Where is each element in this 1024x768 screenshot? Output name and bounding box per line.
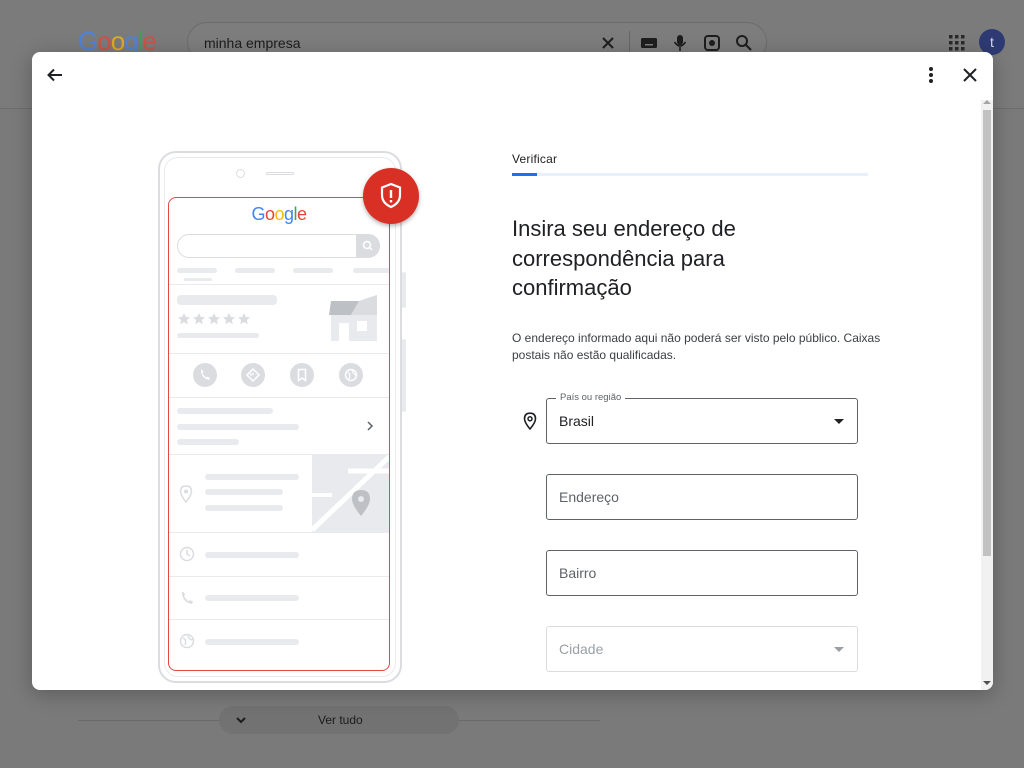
mock-tab — [177, 268, 217, 273]
close-icon — [963, 68, 977, 82]
progress-bar-fill — [512, 173, 537, 176]
clear-icon[interactable] — [598, 33, 618, 53]
location-pin-icon — [179, 485, 193, 503]
logo-letter: G — [251, 204, 265, 224]
storefront-icon — [329, 295, 377, 341]
location-pin-icon — [523, 412, 537, 430]
close-button[interactable] — [954, 59, 986, 91]
neighborhood-placeholder: Bairro — [559, 565, 597, 581]
map-thumbnail — [312, 455, 389, 532]
mock-text-line — [205, 489, 283, 495]
address-field[interactable]: Endereço — [546, 474, 858, 520]
dropdown-arrow-icon — [834, 419, 844, 424]
mock-text-line — [177, 333, 259, 338]
mock-text-line — [205, 474, 299, 480]
chevron-down-icon — [236, 717, 246, 724]
website-action-icon — [339, 363, 363, 387]
mock-tab-indicator — [184, 278, 212, 281]
mock-divider — [169, 284, 389, 285]
microphone-icon[interactable] — [670, 33, 690, 53]
save-action-icon — [290, 363, 314, 387]
chevron-right-icon — [367, 421, 374, 431]
search-icon — [362, 240, 373, 251]
mock-tab — [235, 268, 275, 273]
mock-divider — [169, 619, 389, 620]
logo-letter: o — [274, 204, 284, 224]
mock-search-button — [356, 234, 380, 258]
globe-icon — [179, 633, 195, 649]
more-vert-icon — [929, 67, 933, 83]
shield-alert-icon — [380, 182, 402, 209]
mock-text-line — [205, 639, 299, 645]
mock-text-line — [205, 505, 283, 511]
mock-search-box — [177, 234, 380, 258]
country-value: Brasil — [559, 413, 595, 429]
lens-icon[interactable] — [702, 33, 722, 53]
city-placeholder: Cidade — [559, 641, 604, 657]
page-title: Insira seu endereço de correspondência p… — [512, 216, 736, 300]
search-icon[interactable] — [734, 33, 754, 53]
country-label: País ou região — [556, 392, 626, 403]
call-action-icon — [193, 363, 217, 387]
phone-speaker — [266, 172, 294, 175]
rating-stars-icon — [178, 313, 250, 325]
mock-text-line — [177, 424, 299, 430]
neighborhood-field[interactable]: Bairro — [546, 550, 858, 596]
phone-side-button — [402, 339, 406, 412]
apps-grid-icon[interactable] — [948, 34, 966, 52]
scroll-down-arrow[interactable] — [983, 681, 991, 685]
arrow-back-icon — [47, 68, 62, 82]
country-select[interactable]: País ou região Brasil — [546, 392, 858, 444]
mock-text-line — [177, 439, 239, 445]
keyboard-icon[interactable] — [639, 33, 659, 53]
dropdown-arrow-icon — [834, 647, 844, 652]
phone-side-button — [402, 272, 406, 308]
phone-screen: Google — [168, 197, 390, 671]
mock-tab — [353, 268, 389, 273]
page-description: O endereço informado aqui não poderá ser… — [512, 331, 881, 362]
phone-icon — [182, 592, 193, 604]
scrollbar[interactable] — [981, 100, 993, 690]
directions-action-icon — [241, 363, 265, 387]
mock-tab — [293, 268, 333, 273]
more-options-button[interactable] — [915, 59, 947, 91]
see-all-button[interactable]: Ver tudo — [219, 706, 459, 734]
mock-divider — [169, 576, 389, 577]
mock-text-line — [205, 552, 299, 558]
mock-business-name — [177, 295, 277, 305]
phone-camera — [236, 169, 245, 178]
mock-divider — [169, 532, 389, 533]
back-button[interactable] — [39, 59, 71, 91]
search-query: minha empresa — [204, 35, 301, 51]
mock-text-line — [205, 595, 299, 601]
address-placeholder: Endereço — [559, 489, 619, 505]
step-label: Verificar — [512, 152, 558, 166]
scroll-up-arrow[interactable] — [983, 100, 991, 104]
shield-alert-badge — [363, 168, 419, 224]
mock-divider — [169, 397, 389, 398]
mock-divider — [169, 353, 389, 354]
see-all-label: Ver tudo — [318, 713, 363, 727]
scrollbar-thumb[interactable] — [983, 110, 991, 556]
google-logo: Google — [169, 204, 389, 225]
logo-letter: e — [297, 204, 307, 224]
verification-dialog: Google Verificar Insira seu endereço de … — [32, 52, 993, 690]
mock-text-line — [177, 408, 273, 414]
progress-bar — [512, 173, 868, 176]
clock-icon — [179, 546, 195, 562]
city-select[interactable]: Cidade — [546, 626, 858, 672]
logo-letter: g — [284, 204, 294, 224]
